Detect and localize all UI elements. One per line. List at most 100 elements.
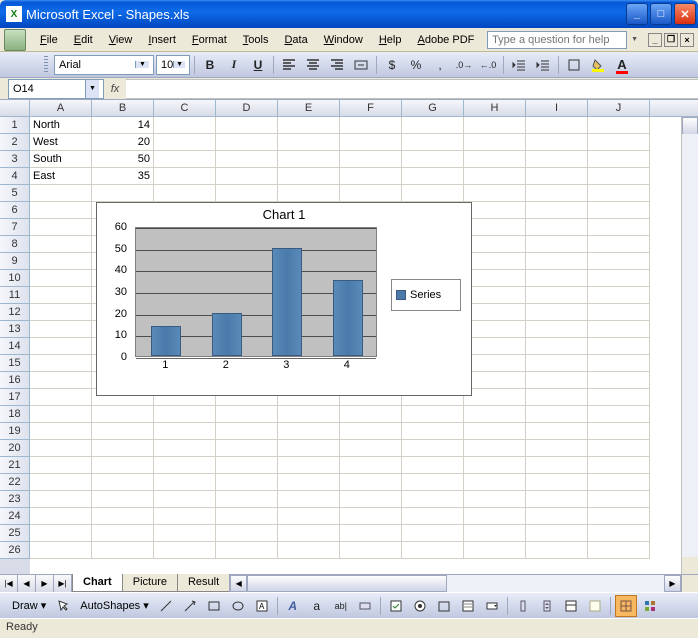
row-header-14[interactable]: 14 (0, 338, 30, 355)
cell-I26[interactable] (526, 542, 588, 559)
option-control-button[interactable] (409, 595, 431, 617)
row-header-24[interactable]: 24 (0, 508, 30, 525)
cell-G3[interactable] (402, 151, 464, 168)
column-header-J[interactable]: J (588, 100, 650, 116)
cell-I9[interactable] (526, 253, 588, 270)
cell-D3[interactable] (216, 151, 278, 168)
more-controls-button[interactable] (639, 595, 661, 617)
cell-C19[interactable] (154, 423, 216, 440)
row-header-18[interactable]: 18 (0, 406, 30, 423)
row-header-19[interactable]: 19 (0, 423, 30, 440)
tab-last-button[interactable]: ▶| (54, 575, 72, 592)
cell-A16[interactable] (30, 372, 92, 389)
cell-D1[interactable] (216, 117, 278, 134)
cell-F23[interactable] (340, 491, 402, 508)
cell-E26[interactable] (278, 542, 340, 559)
cell-A6[interactable] (30, 202, 92, 219)
cell-I17[interactable] (526, 389, 588, 406)
row-header-4[interactable]: 4 (0, 168, 30, 185)
combobox-control-button[interactable] (481, 595, 503, 617)
cell-E21[interactable] (278, 457, 340, 474)
cell-C1[interactable] (154, 117, 216, 134)
column-header-D[interactable]: D (216, 100, 278, 116)
cell-F21[interactable] (340, 457, 402, 474)
cell-H10[interactable] (464, 270, 526, 287)
cell-F18[interactable] (340, 406, 402, 423)
groupbox-control-button[interactable] (433, 595, 455, 617)
properties-button[interactable] (560, 595, 582, 617)
cell-E3[interactable] (278, 151, 340, 168)
cell-J13[interactable] (588, 321, 650, 338)
cell-I12[interactable] (526, 304, 588, 321)
cell-G5[interactable] (402, 185, 464, 202)
align-center-button[interactable] (302, 54, 324, 76)
align-left-button[interactable] (278, 54, 300, 76)
cell-J14[interactable] (588, 338, 650, 355)
column-header-A[interactable]: A (30, 100, 92, 116)
cell-J6[interactable] (588, 202, 650, 219)
cell-D2[interactable] (216, 134, 278, 151)
autoshapes-menu-button[interactable]: AutoShapes ▾ (76, 599, 153, 612)
cell-J5[interactable] (588, 185, 650, 202)
cell-I16[interactable] (526, 372, 588, 389)
cell-A26[interactable] (30, 542, 92, 559)
cell-H14[interactable] (464, 338, 526, 355)
cell-B2[interactable]: 20 (92, 134, 154, 151)
wordart-a2-button[interactable]: a (306, 595, 328, 617)
menu-format[interactable]: Format (184, 32, 235, 48)
sheet-tab-result[interactable]: Result (177, 574, 230, 592)
toolbar-grip[interactable] (44, 56, 48, 74)
cell-G23[interactable] (402, 491, 464, 508)
cell-C22[interactable] (154, 474, 216, 491)
percent-button[interactable]: % (405, 54, 427, 76)
view-code-button[interactable] (584, 595, 606, 617)
cell-H7[interactable] (464, 219, 526, 236)
sheet-tab-picture[interactable]: Picture (122, 574, 178, 592)
cell-C24[interactable] (154, 508, 216, 525)
increase-indent-button[interactable] (532, 54, 554, 76)
cell-C2[interactable] (154, 134, 216, 151)
row-header-5[interactable]: 5 (0, 185, 30, 202)
cell-H26[interactable] (464, 542, 526, 559)
cell-J23[interactable] (588, 491, 650, 508)
vertical-scrollbar[interactable] (681, 117, 698, 574)
cell-A17[interactable] (30, 389, 92, 406)
cell-D24[interactable] (216, 508, 278, 525)
cell-C23[interactable] (154, 491, 216, 508)
cell-F26[interactable] (340, 542, 402, 559)
cell-D19[interactable] (216, 423, 278, 440)
menu-view[interactable]: View (101, 32, 141, 48)
italic-button[interactable]: I (223, 54, 245, 76)
column-header-F[interactable]: F (340, 100, 402, 116)
mdi-restore-button[interactable]: ❐ (664, 33, 678, 47)
select-all-corner[interactable] (0, 100, 30, 116)
cell-C26[interactable] (154, 542, 216, 559)
cell-H17[interactable] (464, 389, 526, 406)
cell-H6[interactable] (464, 202, 526, 219)
cell-A25[interactable] (30, 525, 92, 542)
cell-J16[interactable] (588, 372, 650, 389)
cell-F4[interactable] (340, 168, 402, 185)
cell-A3[interactable]: South (30, 151, 92, 168)
listbox-control-button[interactable] (457, 595, 479, 617)
menu-tools[interactable]: Tools (235, 32, 277, 48)
cell-D4[interactable] (216, 168, 278, 185)
cell-B26[interactable] (92, 542, 154, 559)
cell-A5[interactable] (30, 185, 92, 202)
mdi-close-button[interactable]: × (680, 33, 694, 47)
cells-area[interactable]: North14West20South50East35 Chart 1 01020… (30, 117, 698, 574)
row-header-3[interactable]: 3 (0, 151, 30, 168)
cell-H8[interactable] (464, 236, 526, 253)
cell-E2[interactable] (278, 134, 340, 151)
cell-F19[interactable] (340, 423, 402, 440)
cell-G4[interactable] (402, 168, 464, 185)
cell-F22[interactable] (340, 474, 402, 491)
cell-F1[interactable] (340, 117, 402, 134)
cell-E20[interactable] (278, 440, 340, 457)
cell-D18[interactable] (216, 406, 278, 423)
row-header-26[interactable]: 26 (0, 542, 30, 559)
font-color-button[interactable]: A (611, 54, 633, 76)
cell-C3[interactable] (154, 151, 216, 168)
cell-A4[interactable]: East (30, 168, 92, 185)
cell-I10[interactable] (526, 270, 588, 287)
